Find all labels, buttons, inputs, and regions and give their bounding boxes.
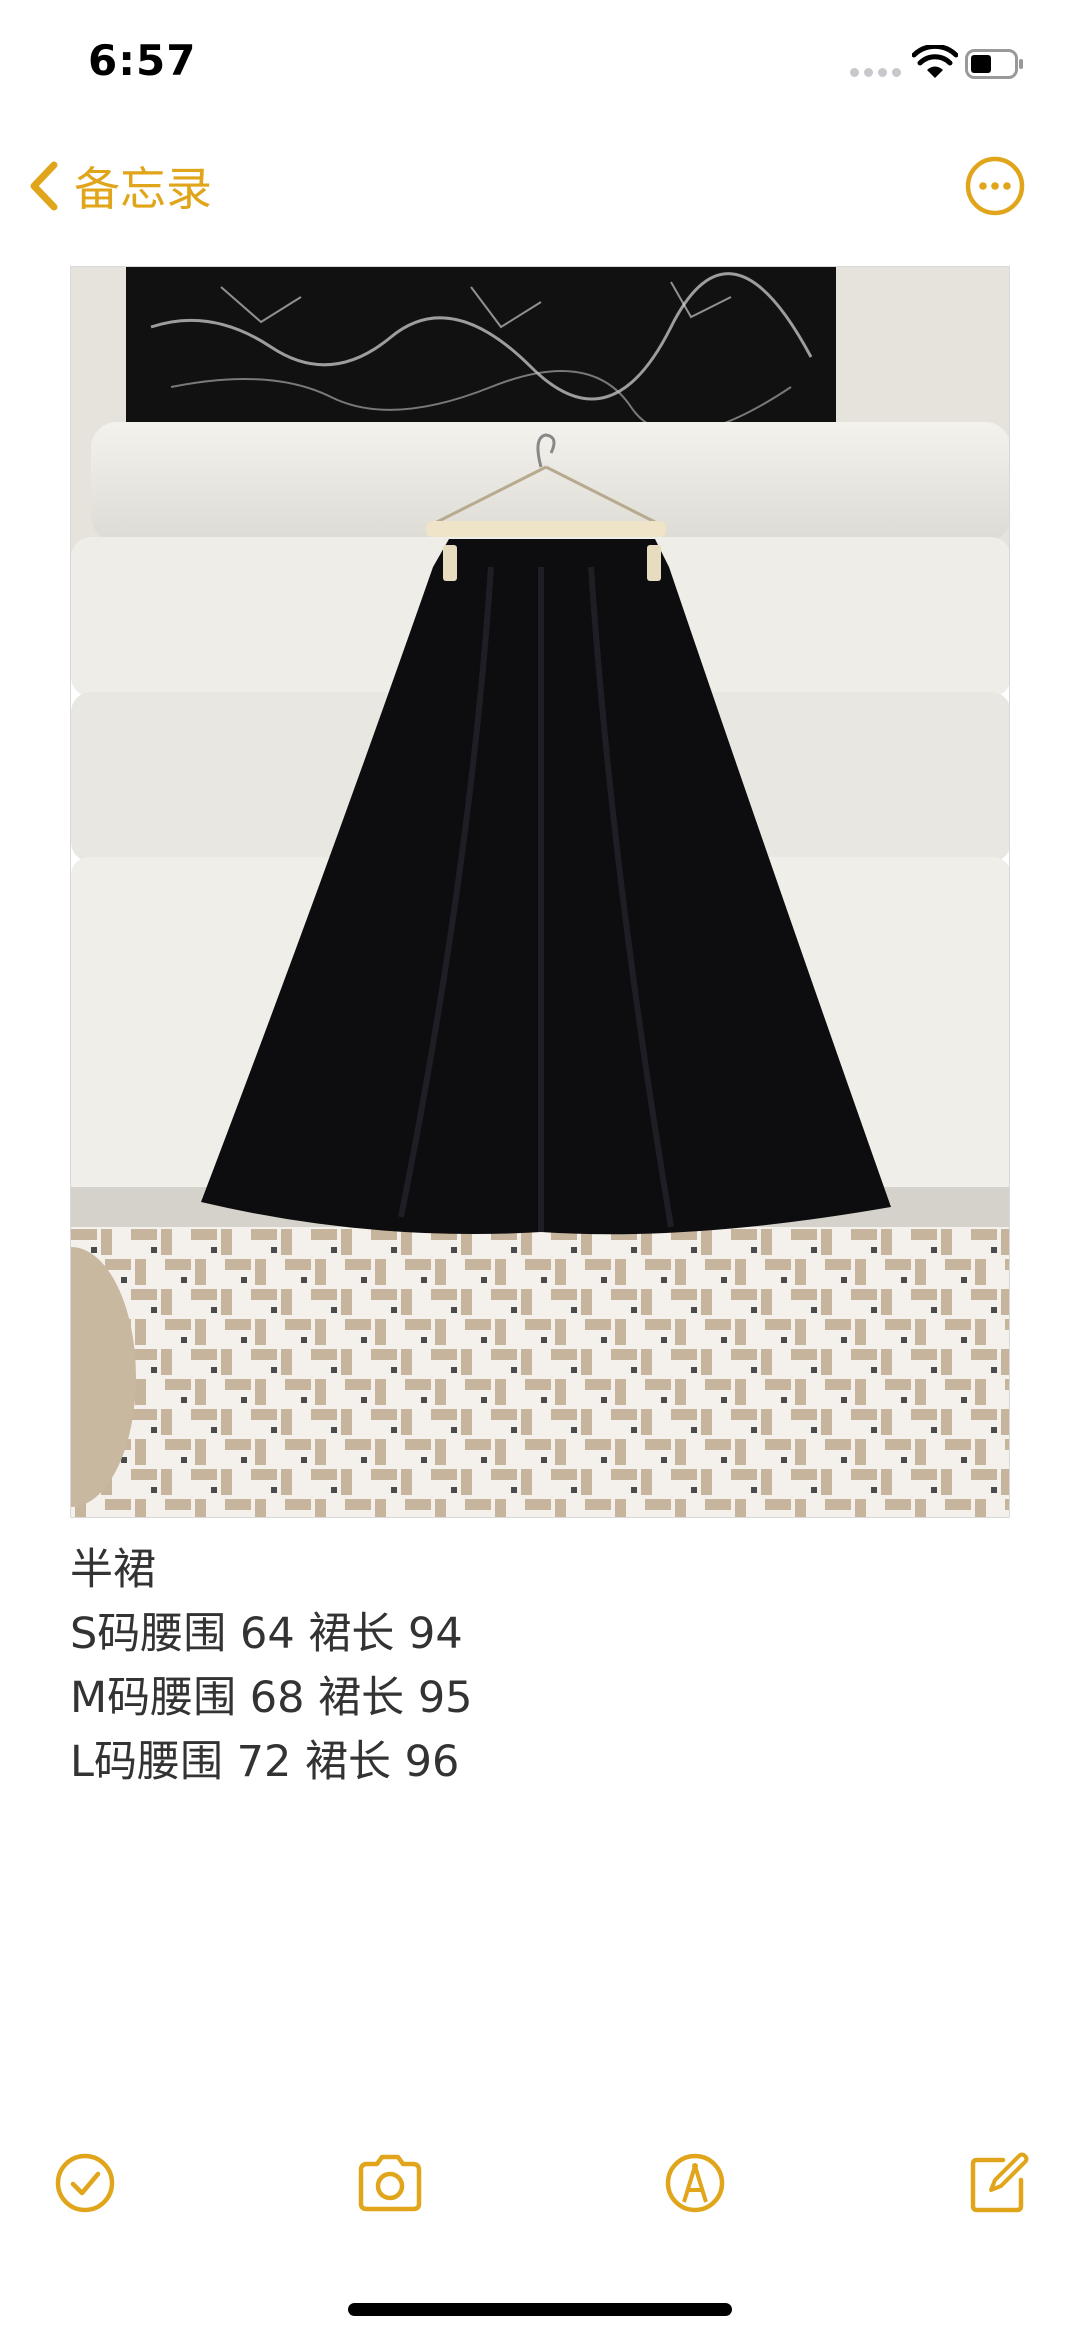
compose-icon[interactable] <box>965 2150 1031 2216</box>
note-size-s-line: S码腰围 64 裙长 94 <box>70 1609 463 1659</box>
note-size-m-line: M码腰围 68 裙长 95 <box>70 1673 473 1723</box>
more-options-icon[interactable] <box>964 155 1026 217</box>
battery-icon <box>965 49 1023 79</box>
nav-bar: 备忘录 <box>0 130 1080 240</box>
chevron-left-icon <box>30 161 58 211</box>
wifi-icon <box>912 45 958 78</box>
bottom-toolbar <box>0 2150 1080 2230</box>
camera-icon[interactable] <box>355 2150 425 2216</box>
note-body[interactable]: 半裙 S码腰围 64 裙长 94 M码腰围 68 裙长 95 L码腰围 72 裙… <box>70 1538 1010 1794</box>
back-button-label: 备忘录 <box>74 162 212 216</box>
note-title-line: 半裙 <box>70 1545 156 1595</box>
status-time: 6:57 <box>88 36 197 85</box>
note-size-l-line: L码腰围 72 裙长 96 <box>70 1737 460 1787</box>
skirt-photo <box>71 267 1009 1517</box>
note-photo[interactable] <box>70 266 1010 1518</box>
back-button[interactable]: 备忘录 <box>28 156 212 216</box>
status-bar: 6:57 <box>0 0 1080 130</box>
home-indicator[interactable] <box>348 2303 732 2316</box>
cellular-signal-icon <box>850 68 901 77</box>
checklist-icon[interactable] <box>52 2150 118 2216</box>
markup-icon[interactable] <box>662 2150 728 2216</box>
